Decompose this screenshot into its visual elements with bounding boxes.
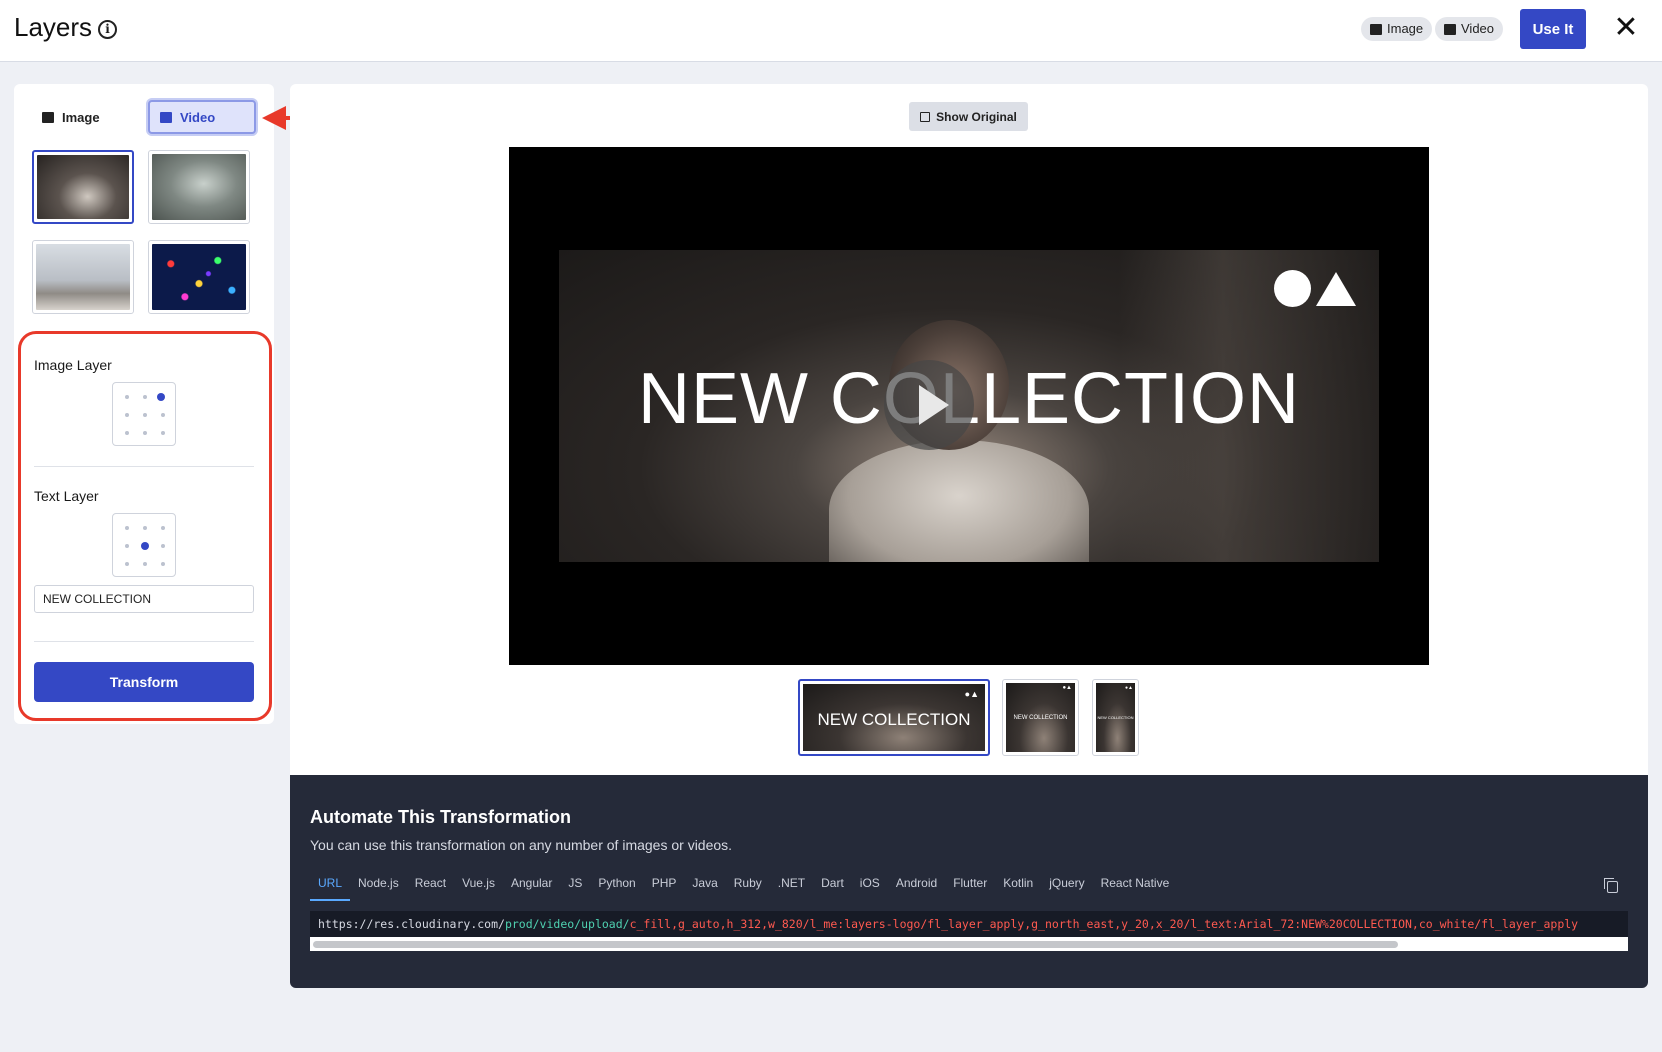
play-icon [919, 385, 949, 425]
compare-icon [920, 111, 931, 122]
transformation-url[interactable]: https://res.cloudinary.com/prod/video/up… [310, 911, 1628, 937]
tab-nodejs[interactable]: Node.js [350, 875, 407, 901]
top-bar: Layers i Image Video Use It ✕ [0, 0, 1662, 62]
tab-url[interactable]: URL [310, 875, 351, 901]
automation-panel: Automate This Transformation You can use… [290, 775, 1648, 988]
video-thumb-portrait[interactable] [32, 150, 134, 224]
tab-dart[interactable]: Dart [813, 875, 852, 901]
url-transformation: c_fill,g_auto,h_312,w_820/l_me:layers-lo… [629, 917, 1579, 931]
url-path: prod/video/upload/ [504, 917, 630, 931]
image-icon [1370, 23, 1382, 35]
copy-icon[interactable] [1604, 878, 1618, 893]
video-thumb-particles[interactable] [148, 240, 250, 314]
automation-subtitle: You can use this transformation on any n… [310, 837, 733, 853]
use-it-button[interactable]: Use It [1520, 9, 1586, 49]
tab-php[interactable]: PHP [644, 875, 685, 901]
page-title: Layers [14, 12, 93, 42]
transform-button[interactable]: Transform [34, 662, 254, 702]
url-base: https://res.cloudinary.com/ [318, 917, 505, 931]
tab-vuejs[interactable]: Vue.js [454, 875, 503, 901]
video-pill[interactable]: Video [1435, 17, 1504, 41]
show-original-label: Show Original [936, 109, 1017, 124]
info-icon[interactable]: i [98, 20, 117, 39]
tab-android[interactable]: Android [888, 875, 945, 901]
image-pill[interactable]: Image [1361, 17, 1433, 41]
automation-title: Automate This Transformation [310, 807, 572, 827]
tab-dotnet[interactable]: .NET [770, 875, 813, 901]
variant-thumb-square[interactable]: NEW COLLECTION ●▲ [1002, 679, 1079, 756]
logo-circle-icon [1274, 270, 1311, 307]
tab-react[interactable]: React [407, 875, 454, 901]
tab-ios[interactable]: iOS [852, 875, 888, 901]
variant-thumb-wide[interactable]: NEW COLLECTION ●▲ [798, 679, 990, 756]
tab-python[interactable]: Python [590, 875, 643, 901]
video-thumb-perfume[interactable] [148, 150, 250, 224]
tab-flutter[interactable]: Flutter [945, 875, 995, 901]
logo-icon: ●▲ [1062, 685, 1072, 691]
tab-image-label: Image [62, 109, 100, 125]
position-center[interactable] [141, 542, 149, 550]
divider [34, 466, 254, 467]
play-button[interactable] [884, 360, 974, 450]
video-icon [160, 111, 172, 123]
tab-image[interactable]: Image [32, 100, 132, 134]
tab-jquery[interactable]: jQuery [1041, 875, 1092, 901]
text-layer-position-grid[interactable] [112, 513, 176, 577]
url-scrollbar[interactable] [310, 937, 1628, 951]
position-top-right[interactable] [157, 393, 165, 401]
scrollbar-thumb[interactable] [313, 941, 1398, 948]
text-layer-label: Text Layer [34, 488, 99, 504]
tab-java[interactable]: Java [684, 875, 725, 901]
video-thumb-runner[interactable] [32, 240, 134, 314]
tab-react-native[interactable]: React Native [1093, 875, 1178, 901]
close-icon[interactable]: ✕ [1612, 13, 1640, 43]
image-pill-label: Image [1387, 21, 1424, 36]
image-icon [42, 111, 54, 123]
variant-thumb-portrait[interactable]: NEW COLLECTION ●▲ [1092, 679, 1139, 756]
tab-video-label: Video [180, 109, 216, 125]
logo-icon: ●▲ [964, 689, 979, 699]
text-layer-input[interactable] [34, 585, 254, 613]
tab-angular[interactable]: Angular [503, 875, 560, 901]
language-tabs: URL Node.js React Vue.js Angular JS Pyth… [310, 875, 1177, 901]
image-layer-position-grid[interactable] [112, 382, 176, 446]
tab-video[interactable]: Video [148, 100, 256, 134]
logo-icon: ●▲ [1125, 685, 1133, 691]
tab-ruby[interactable]: Ruby [726, 875, 770, 901]
variant-thumb-text: NEW COLLECTION [1097, 715, 1134, 720]
variant-thumb-text: NEW COLLECTION [817, 710, 971, 729]
image-layer-label: Image Layer [34, 357, 112, 373]
show-original-button[interactable]: Show Original [909, 102, 1028, 131]
variant-thumb-text: NEW COLLECTION [1013, 715, 1068, 721]
tab-kotlin[interactable]: Kotlin [995, 875, 1041, 901]
video-pill-label: Video [1461, 21, 1495, 36]
video-icon [1444, 23, 1456, 35]
divider [34, 641, 254, 642]
logo-triangle-icon [1316, 272, 1356, 306]
tab-js[interactable]: JS [560, 875, 590, 901]
